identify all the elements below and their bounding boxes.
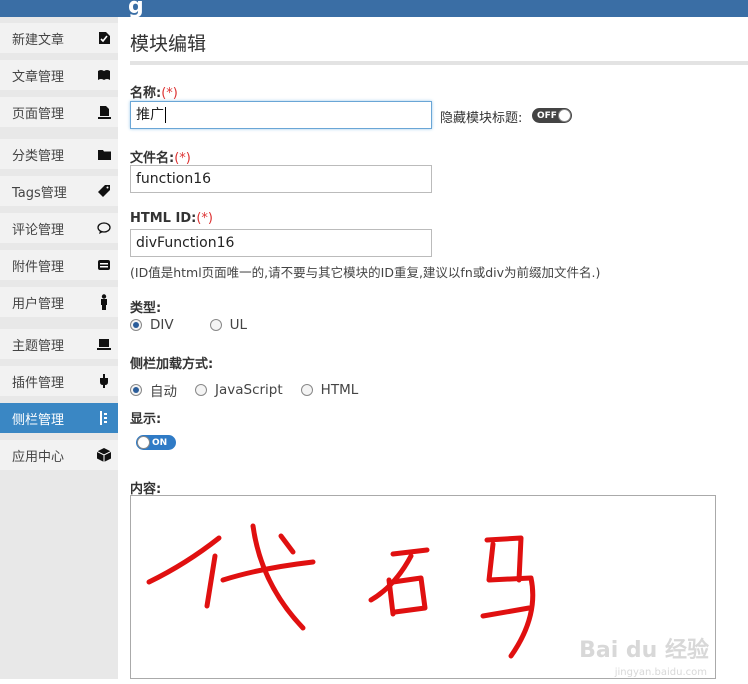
show-label: 显示: [130, 412, 162, 427]
toggle-knob [558, 109, 571, 122]
radio-dot [195, 384, 207, 396]
sidebar-item-app-center[interactable]: 应用中心 [0, 440, 118, 470]
sidebar-item-label: 插件管理 [12, 375, 65, 391]
sidebar-item-pages[interactable]: 页面管理 [0, 97, 118, 127]
sidebar-item-label: 主题管理 [12, 338, 65, 354]
name-input-value: 推广 [136, 107, 164, 123]
sidebar-item-themes[interactable]: 主题管理 [0, 329, 118, 359]
stroke [204, 553, 218, 609]
show-toggle[interactable]: ON [136, 435, 176, 450]
type-label: 类型: [130, 301, 162, 316]
radio-dot-selected [130, 319, 142, 331]
watermark-logo: Bai du 经验 [579, 638, 709, 663]
sidebar-item-label: 附件管理 [12, 259, 65, 275]
toggle-knob [137, 436, 150, 449]
hide-title-toggle[interactable]: OFF [532, 108, 572, 123]
sidebar-item-label: 用户管理 [12, 296, 65, 312]
hide-title-toggle-text: OFF [537, 110, 557, 121]
stroke [390, 575, 428, 615]
theme-icon [90, 338, 118, 350]
book-icon [90, 69, 118, 81]
sidebar-item-new-article[interactable]: 新建文章 [0, 23, 118, 53]
radio-label: DIV [150, 317, 174, 333]
hide-title-label: 隐藏模块标题: [440, 111, 523, 126]
tag-icon [90, 184, 118, 198]
radio-dot [209, 319, 222, 331]
load-option-html[interactable]: HTML [300, 382, 359, 398]
new-doc-icon [90, 31, 118, 45]
filename-label: 文件名:(*) [130, 147, 191, 166]
plugin-icon [90, 374, 118, 388]
htmlid-hint: (ID值是html页面唯一的,请不要与其它模块的ID重复,建议以fn或div为前… [130, 265, 601, 280]
sidebar-item-sidebar-management[interactable]: 侧栏管理 [0, 403, 118, 433]
stroke [146, 535, 222, 585]
stroke [480, 605, 532, 619]
sidebar-item-label: 评论管理 [12, 222, 65, 238]
stroke [486, 541, 536, 659]
required-mark: (*) [196, 211, 213, 226]
type-option-ul[interactable]: UL [209, 317, 248, 333]
load-mode-label: 侧栏加载方式: [130, 357, 214, 372]
stroke [390, 547, 430, 557]
sidebar-item-users[interactable]: 用户管理 [0, 287, 118, 317]
radio-label: 自动 [150, 384, 177, 400]
required-mark: (*) [161, 86, 178, 101]
watermark-url: jingyan.baidu.com [614, 667, 707, 678]
name-input[interactable]: 推广 [130, 101, 432, 129]
page-icon [90, 105, 118, 119]
htmlid-label: HTML ID:(*) [130, 211, 213, 226]
sidebar-item-attachments[interactable]: 附件管理 [0, 250, 118, 280]
sidebar-item-label: 新建文章 [12, 32, 65, 48]
htmlid-input[interactable]: divFunction16 [130, 229, 432, 257]
user-icon [90, 294, 118, 310]
htmlid-label-text: HTML ID: [130, 211, 197, 226]
sidebar: 新建文章 文章管理 页面管理 分类管理 Tags管理 评论管理 附件管理 用户管… [0, 17, 118, 679]
sidebar-item-label: 应用中心 [12, 449, 65, 465]
radio-dot-selected [130, 384, 142, 396]
sidebar-item-tags[interactable]: Tags管理 [0, 176, 118, 206]
load-option-auto[interactable]: 自动 [130, 380, 177, 400]
sidebar-item-label: 分类管理 [12, 148, 65, 164]
sidebar-item-label: 侧栏管理 [12, 412, 65, 428]
page-title: 模块编辑 [130, 33, 207, 55]
sidebar-item-articles[interactable]: 文章管理 [0, 60, 118, 90]
show-toggle-text: ON [152, 437, 168, 448]
sidebar-item-label: Tags管理 [12, 185, 67, 201]
top-bar: g [0, 0, 748, 19]
type-radio-group: DIV UL [130, 317, 265, 333]
stroke [278, 533, 296, 555]
name-label-text: 名称: [130, 86, 162, 101]
filename-input[interactable]: function16 [130, 165, 432, 193]
required-mark: (*) [174, 151, 191, 166]
radio-label: HTML [320, 382, 359, 398]
radio-label: UL [229, 317, 248, 333]
radio-label: JavaScript [215, 382, 283, 398]
app-center-icon [90, 448, 118, 462]
load-mode-radio-group: 自动 JavaScript HTML [130, 380, 376, 400]
content-editor[interactable]: Bai du 经验 jingyan.baidu.com [130, 495, 716, 679]
attachment-icon [90, 259, 118, 271]
folder-icon [90, 149, 118, 160]
radio-dot [300, 384, 313, 396]
filename-label-text: 文件名: [130, 151, 175, 166]
sidebar-icon [90, 411, 118, 425]
sidebar-item-label: 页面管理 [12, 106, 65, 122]
sidebar-item-categories[interactable]: 分类管理 [0, 139, 118, 169]
name-label: 名称:(*) [130, 82, 178, 101]
sidebar-item-plugins[interactable]: 插件管理 [0, 366, 118, 396]
title-divider [130, 61, 748, 65]
type-option-div[interactable]: DIV [130, 317, 174, 333]
sidebar-item-comments[interactable]: 评论管理 [0, 213, 118, 243]
load-option-javascript[interactable]: JavaScript [195, 382, 283, 398]
text-caret [165, 107, 166, 123]
comment-icon [90, 221, 118, 235]
main-content: 模块编辑 名称:(*) 推广 隐藏模块标题: OFF 文件名:(*) funct… [130, 17, 748, 679]
sidebar-item-label: 文章管理 [12, 69, 65, 85]
stroke [250, 523, 306, 631]
